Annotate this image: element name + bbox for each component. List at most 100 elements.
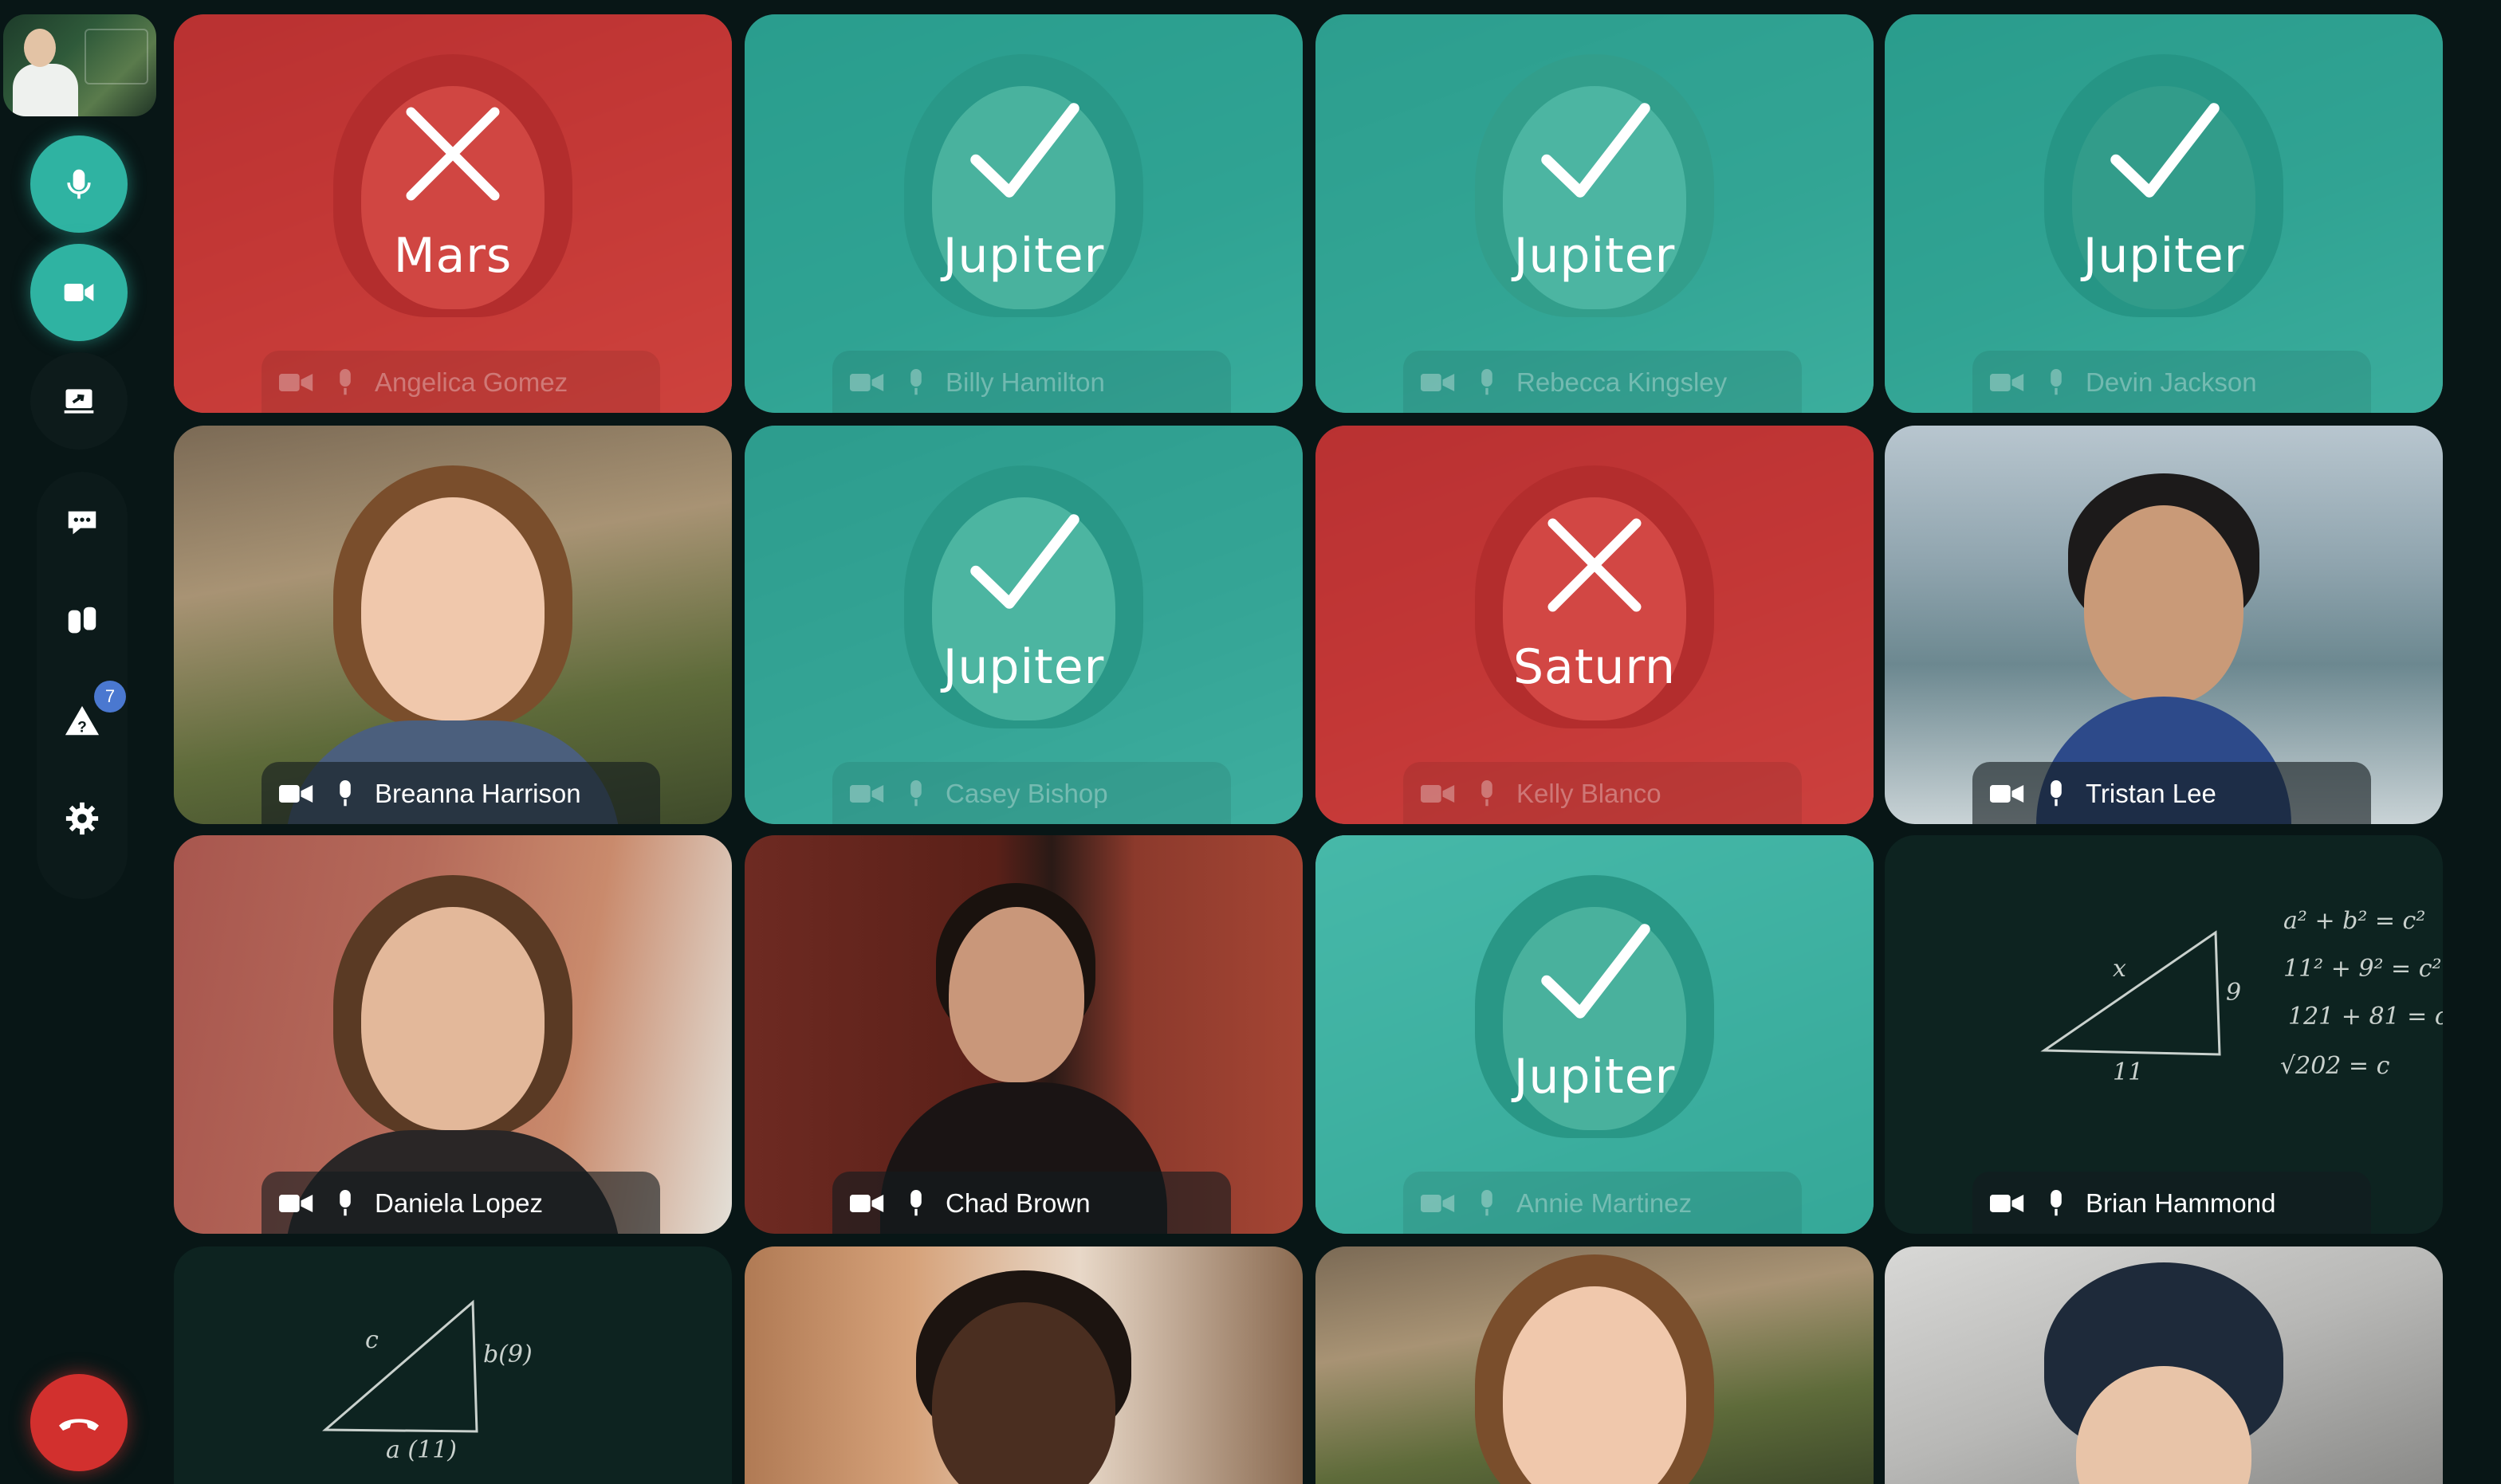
participant-tile[interactable]: Tristan Lee <box>1885 426 2443 824</box>
video-button[interactable] <box>30 244 128 341</box>
answer-label: Jupiter <box>2082 228 2245 284</box>
participant-name: Tristan Lee <box>2086 779 2216 808</box>
video-camera-icon <box>279 785 313 803</box>
participant-namebar: Casey Bishop <box>832 762 1231 824</box>
chat-button[interactable] <box>64 504 100 540</box>
triangle-drawing <box>322 1299 478 1433</box>
participant-tile[interactable]: Jupiter Annie Martinez <box>1315 835 1874 1234</box>
alert-icon: ? <box>65 705 100 736</box>
participant-namebar: Kelly Blanco <box>1403 762 1802 824</box>
microphone-icon <box>1481 369 1492 395</box>
participant-tile[interactable]: c b(9) a (11) <box>174 1246 732 1484</box>
video-classroom: ? 7 Mars Angelica Gomez Jupiter Billy Ha… <box>0 0 2501 1484</box>
chat-icon <box>68 511 96 535</box>
participant-face <box>361 907 545 1130</box>
participant-name: Devin Jackson <box>2086 367 2257 397</box>
microphone-icon <box>340 1190 351 1216</box>
participant-video <box>1315 1246 1874 1484</box>
microphone-icon <box>67 169 91 199</box>
checkmark-icon <box>970 103 1079 198</box>
participant-namebar: Chad Brown <box>832 1172 1231 1234</box>
participant-tile[interactable]: Daniela Lopez <box>174 835 732 1234</box>
alert-count-badge: 7 <box>94 681 126 713</box>
chalk-equation-4: √202 = c <box>2280 1052 2390 1080</box>
video-camera-icon <box>64 284 94 301</box>
checkmark-icon <box>1541 103 1650 198</box>
participant-tile[interactable] <box>1315 1246 1874 1484</box>
participant-tile[interactable]: Mars Angelica Gomez <box>174 14 732 413</box>
chalk-label-b: b(9) <box>483 1341 533 1368</box>
video-camera-icon <box>1990 374 2024 391</box>
participant-namebar: Annie Martinez <box>1403 1172 1802 1234</box>
checkmark-icon <box>1541 924 1650 1019</box>
sidebar: ? 7 <box>0 0 159 1484</box>
participant-name: Angelica Gomez <box>375 367 568 397</box>
participant-face <box>361 497 545 720</box>
participant-namebar: Rebecca Kingsley <box>1403 351 1802 413</box>
answer-label: Mars <box>393 228 513 284</box>
participant-tile[interactable]: Jupiter Casey Bishop <box>745 426 1303 824</box>
toggle-icon <box>68 607 96 634</box>
microphone-icon <box>910 1190 922 1216</box>
chalk-label-x: x <box>2113 955 2126 983</box>
phone-hangup-icon <box>59 1419 99 1431</box>
video-camera-icon <box>1421 1195 1455 1212</box>
chalk-label-a: a (11) <box>386 1436 458 1464</box>
video-camera-icon <box>1990 1195 2024 1212</box>
hang-up-button[interactable] <box>30 1374 128 1471</box>
microphone-icon <box>910 369 922 395</box>
wrong-x-icon <box>406 107 500 201</box>
answer-label: Saturn <box>1512 639 1677 695</box>
chalk-label-c: c <box>365 1326 379 1354</box>
video-camera-icon <box>850 785 884 803</box>
microphone-icon <box>340 780 351 807</box>
participant-tile[interactable] <box>1885 1246 2443 1484</box>
participant-tile[interactable]: Jupiter Billy Hamilton <box>745 14 1303 413</box>
alert-button[interactable]: ? <box>64 703 100 740</box>
participant-namebar: Daniela Lopez <box>262 1172 660 1234</box>
microphone-button[interactable] <box>30 135 128 233</box>
participant-tile[interactable]: x 9 11 a² + b² = c² 11² + 9² = c² 121 + … <box>1885 835 2443 1234</box>
answer-label: Jupiter <box>1513 228 1676 284</box>
settings-button[interactable] <box>64 800 100 837</box>
video-camera-icon <box>850 1195 884 1212</box>
participant-name: Breanna Harrison <box>375 779 581 808</box>
participant-namebar: Brian Hammond <box>1972 1172 2371 1234</box>
participant-video <box>745 1246 1303 1484</box>
svg-text:?: ? <box>77 719 87 736</box>
chalkboard-video: c b(9) a (11) <box>174 1246 732 1484</box>
self-view-video[interactable] <box>3 14 156 116</box>
video-camera-icon <box>1990 785 2024 803</box>
video-camera-icon <box>279 374 313 391</box>
participant-video <box>1885 1246 2443 1484</box>
toggle-button[interactable] <box>64 603 100 639</box>
wrong-x-icon <box>1547 518 1642 612</box>
microphone-icon <box>1481 1190 1492 1216</box>
participant-namebar: Tristan Lee <box>1972 762 2371 824</box>
microphone-icon <box>2051 780 2062 807</box>
screen-share-icon <box>64 389 94 414</box>
microphone-icon <box>2051 1190 2062 1216</box>
participant-tile[interactable]: Jupiter Rebecca Kingsley <box>1315 14 1874 413</box>
participant-name: Billy Hamilton <box>946 367 1105 397</box>
participant-name: Casey Bishop <box>946 779 1108 808</box>
settings-icon <box>65 802 99 835</box>
participant-tile[interactable] <box>745 1246 1303 1484</box>
screen-share-button[interactable] <box>30 352 128 450</box>
video-camera-icon <box>1421 374 1455 391</box>
teacher-figure <box>13 64 78 116</box>
participant-name: Annie Martinez <box>1516 1188 1693 1218</box>
participant-tile[interactable]: Jupiter Devin Jackson <box>1885 14 2443 413</box>
participant-face <box>949 907 1084 1082</box>
chalk-label-9: 9 <box>2226 979 2242 1007</box>
chalk-equation-2: 11² + 9² = c² <box>2283 955 2442 983</box>
participant-tile[interactable]: Saturn Kelly Blanco <box>1315 426 1874 824</box>
participant-tile[interactable]: Chad Brown <box>745 835 1303 1234</box>
video-camera-icon <box>850 374 884 391</box>
chalk-label-11: 11 <box>2113 1058 2144 1086</box>
participant-tile[interactable]: Breanna Harrison <box>174 426 732 824</box>
answer-label: Jupiter <box>942 228 1105 284</box>
participant-name: Daniela Lopez <box>375 1188 543 1218</box>
answer-label: Jupiter <box>1513 1049 1676 1105</box>
participant-name: Kelly Blanco <box>1516 779 1661 808</box>
